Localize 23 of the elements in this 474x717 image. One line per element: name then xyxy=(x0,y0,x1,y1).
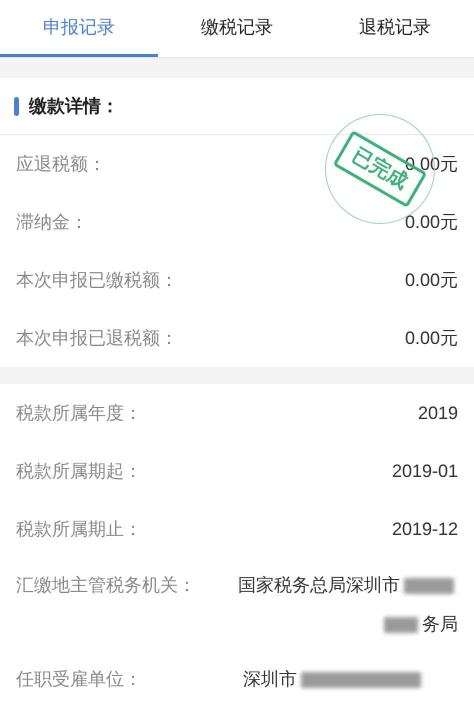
field-value: 0.00元 xyxy=(404,268,458,292)
tab[interactable]: 缴税记录 xyxy=(158,0,316,57)
field-label: 应退税额： xyxy=(16,152,106,176)
field-value: 2019-12 xyxy=(392,518,458,540)
field-value: 0.00元 xyxy=(404,326,458,350)
field-value: 2019 xyxy=(418,402,458,424)
field-label: 税款所属期止： xyxy=(16,518,142,540)
field-label: 滞纳金： xyxy=(16,210,88,234)
field-value: 务局 xyxy=(422,613,458,636)
field-label: 本次申报已退税额： xyxy=(16,326,178,350)
section-marker-icon xyxy=(14,96,19,116)
section-title: 缴款详情： xyxy=(29,94,119,118)
field-label: 任职受雇单位： xyxy=(16,668,142,691)
redaction-mark xyxy=(384,616,418,632)
field-label: 税款所属年度： xyxy=(16,402,142,424)
field-value: 深圳市 xyxy=(243,668,297,691)
field-label: 汇缴地主管税务机关： xyxy=(16,574,196,597)
field-label: 税款所属期起： xyxy=(16,460,142,482)
field-label: 本次申报已缴税额： xyxy=(16,268,178,292)
field-value: 国家税务总局深圳市 xyxy=(238,574,400,597)
redaction-mark xyxy=(404,578,454,594)
tab[interactable]: 退税记录 xyxy=(316,0,474,57)
field-value: 2019-01 xyxy=(392,460,458,482)
